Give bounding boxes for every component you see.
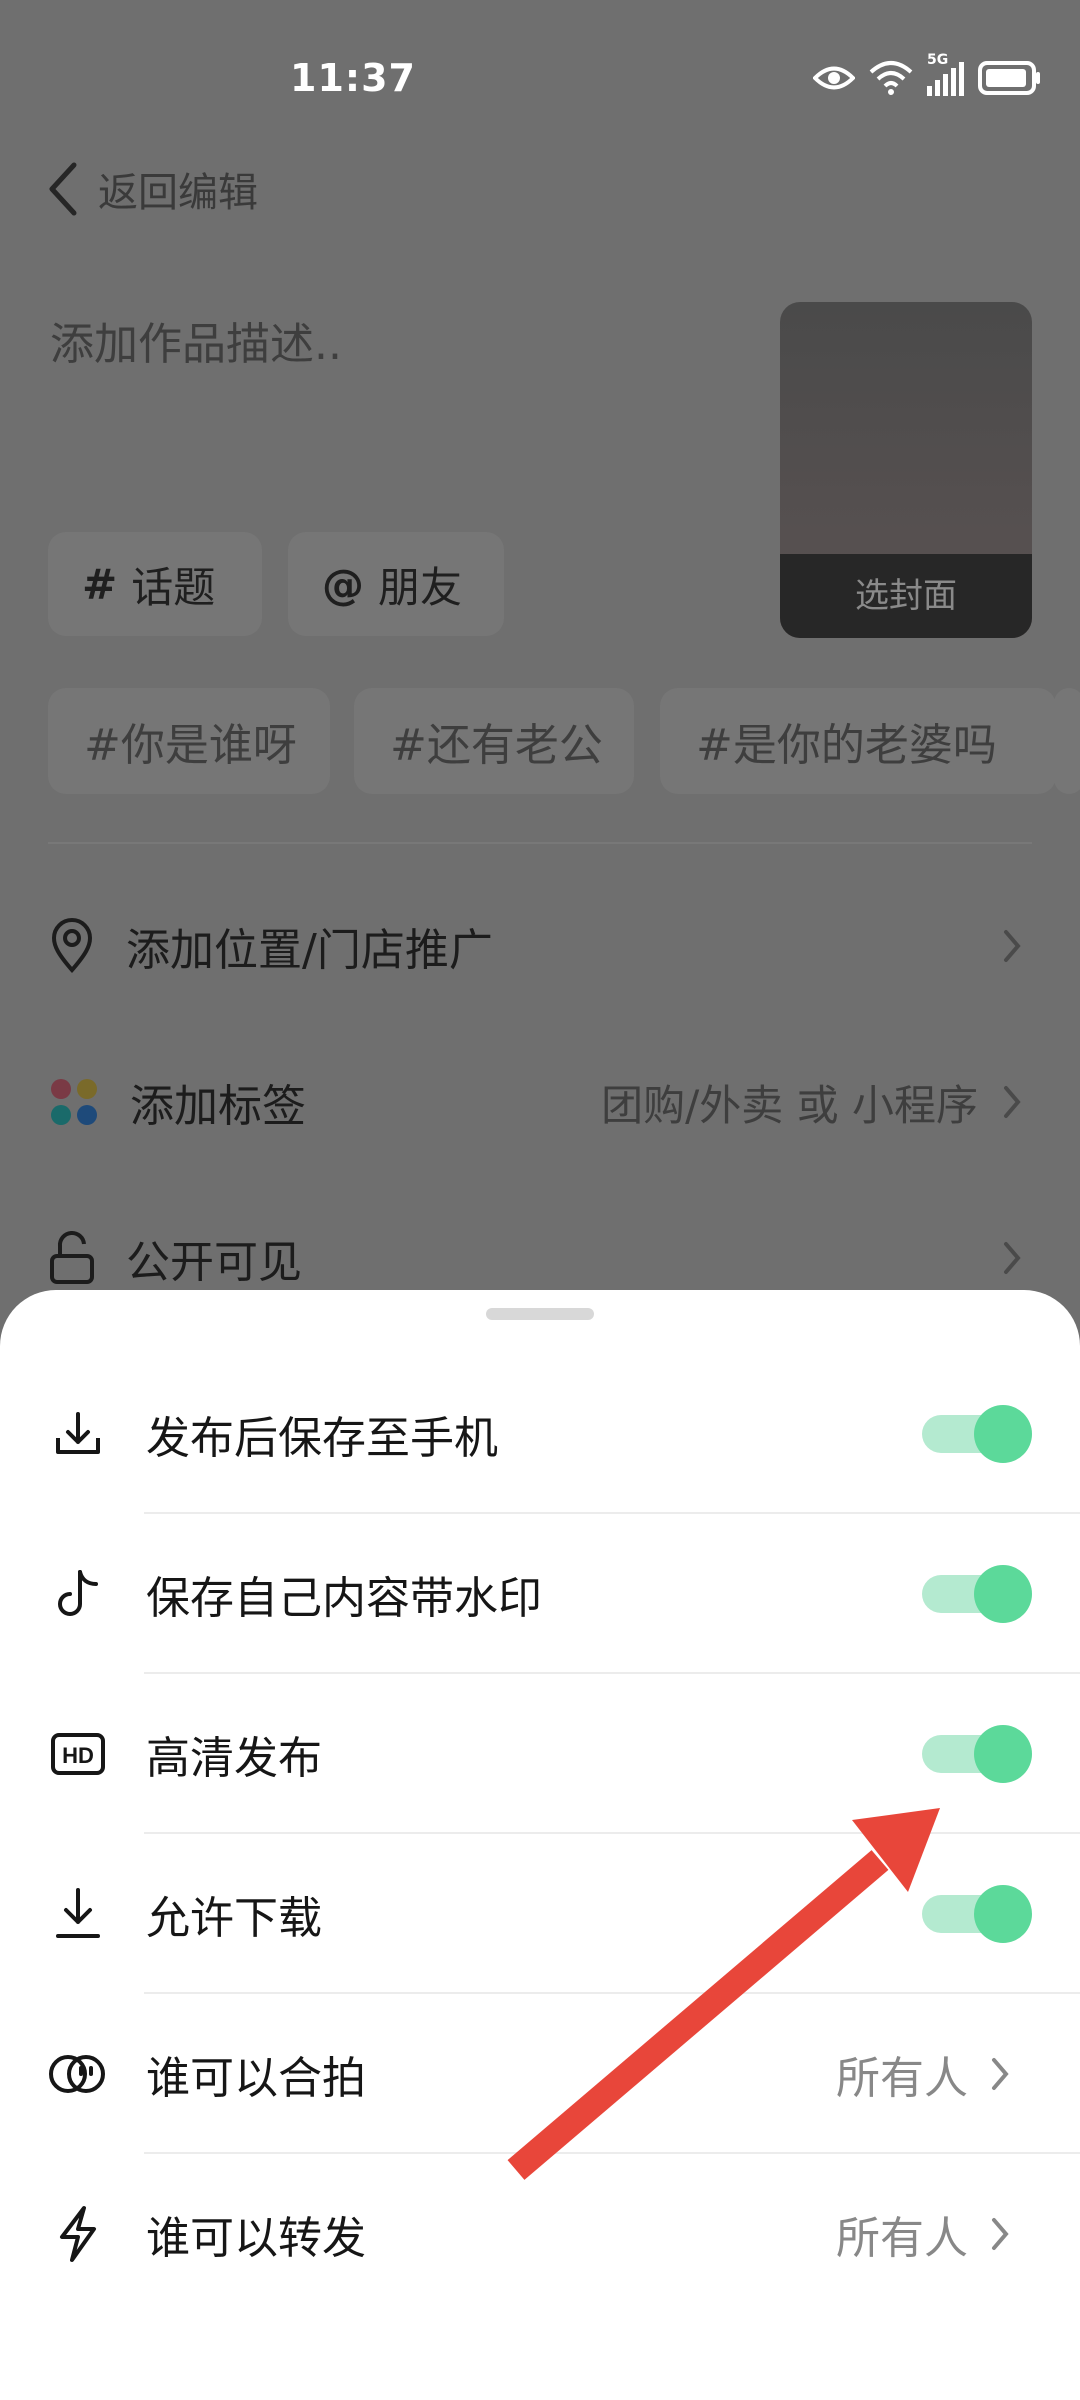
colored-dots-icon xyxy=(51,1079,97,1125)
eye-icon xyxy=(813,66,855,90)
duet-permission-value: 所有人 xyxy=(836,2053,968,2104)
unlock-icon xyxy=(50,1231,94,1284)
download-icon xyxy=(48,1884,108,1944)
save-to-phone-label: 发布后保存至手机 xyxy=(146,1413,498,1464)
cellular-signal: 5G xyxy=(927,52,964,96)
chevron-right-icon xyxy=(992,1082,1032,1122)
hd-icon: HD xyxy=(48,1724,108,1784)
save-to-device-icon xyxy=(48,1404,108,1464)
allow-download-toggle[interactable] xyxy=(922,1885,1032,1943)
suggested-tag[interactable]: #还有老公 xyxy=(354,688,634,794)
suggested-tag[interactable]: #是你的老婆吗 xyxy=(660,688,1056,794)
chevron-right-icon xyxy=(980,2054,1020,2094)
tiktok-note-icon xyxy=(48,1564,108,1624)
suggested-tag-overflow[interactable] xyxy=(1054,688,1080,794)
sheet-drag-handle[interactable] xyxy=(486,1308,594,1320)
topic-chip-label: 话题 xyxy=(131,562,216,612)
settings-sheet: 发布后保存至手机 保存自己内容带水印 HD 高清发布 允许下载 谁可以合拍 所有… xyxy=(0,1290,1080,2400)
description-input[interactable]: 添加作品描述.. xyxy=(50,308,342,372)
mention-chip[interactable]: @ 朋友 xyxy=(288,532,504,636)
back-button[interactable]: 返回编辑 xyxy=(46,160,258,218)
chevron-left-icon xyxy=(49,162,77,216)
status-icons: 5G xyxy=(813,52,1042,100)
mention-chip-label: 朋友 xyxy=(378,562,463,612)
network-type: 5G xyxy=(927,52,949,68)
add-tag-value: 团购/外卖 或 小程序 xyxy=(601,1080,978,1130)
repost-permission-value: 所有人 xyxy=(836,2213,968,2264)
duet-icon xyxy=(48,2044,108,2104)
select-cover-button[interactable]: 选封面 xyxy=(780,554,1032,638)
wifi-icon xyxy=(869,61,913,95)
repost-permission-label: 谁可以转发 xyxy=(146,2213,366,2264)
location-row[interactable]: 添加位置/门店推广 xyxy=(48,906,1032,986)
watermark-label: 保存自己内容带水印 xyxy=(146,1573,542,1624)
status-time: 11:37 xyxy=(290,56,416,100)
location-label: 添加位置/门店推广 xyxy=(126,925,493,976)
visibility-row[interactable]: 公开可见 xyxy=(48,1218,1032,1298)
at-icon: @ xyxy=(322,559,364,609)
allow-download-row: 允许下载 xyxy=(0,1834,1080,1994)
watermark-row: 保存自己内容带水印 xyxy=(0,1514,1080,1674)
topic-chip[interactable]: # 话题 xyxy=(48,532,262,636)
save-to-phone-toggle[interactable] xyxy=(922,1405,1032,1463)
hashtag-icon: # xyxy=(82,559,118,609)
hd-publish-label: 高清发布 xyxy=(146,1733,322,1784)
chevron-right-icon xyxy=(992,1238,1032,1278)
repost-permission-row[interactable]: 谁可以转发 所有人 xyxy=(0,2154,1080,2314)
location-pin-icon xyxy=(51,918,93,974)
chevron-right-icon xyxy=(980,2214,1020,2254)
chevron-right-icon xyxy=(992,926,1032,966)
battery-icon xyxy=(978,61,1040,95)
svg-text:HD: HD xyxy=(62,1743,94,1768)
visibility-label: 公开可见 xyxy=(126,1237,302,1288)
save-to-phone-row: 发布后保存至手机 xyxy=(0,1354,1080,1514)
hd-publish-toggle[interactable] xyxy=(922,1725,1032,1783)
suggested-tag[interactable]: #你是谁呀 xyxy=(48,688,330,794)
add-tag-row[interactable]: 添加标签 团购/外卖 或 小程序 xyxy=(48,1062,1032,1142)
allow-download-label: 允许下载 xyxy=(146,1893,322,1944)
add-tag-label: 添加标签 xyxy=(130,1081,306,1132)
duet-permission-label: 谁可以合拍 xyxy=(146,2053,366,2104)
lightning-icon xyxy=(48,2204,108,2264)
back-label: 返回编辑 xyxy=(98,170,258,216)
hd-publish-row: HD 高清发布 xyxy=(0,1674,1080,1834)
watermark-toggle[interactable] xyxy=(922,1565,1032,1623)
duet-permission-row[interactable]: 谁可以合拍 所有人 xyxy=(0,1994,1080,2154)
divider xyxy=(48,842,1032,844)
cover-thumbnail[interactable]: 选封面 xyxy=(780,302,1032,638)
